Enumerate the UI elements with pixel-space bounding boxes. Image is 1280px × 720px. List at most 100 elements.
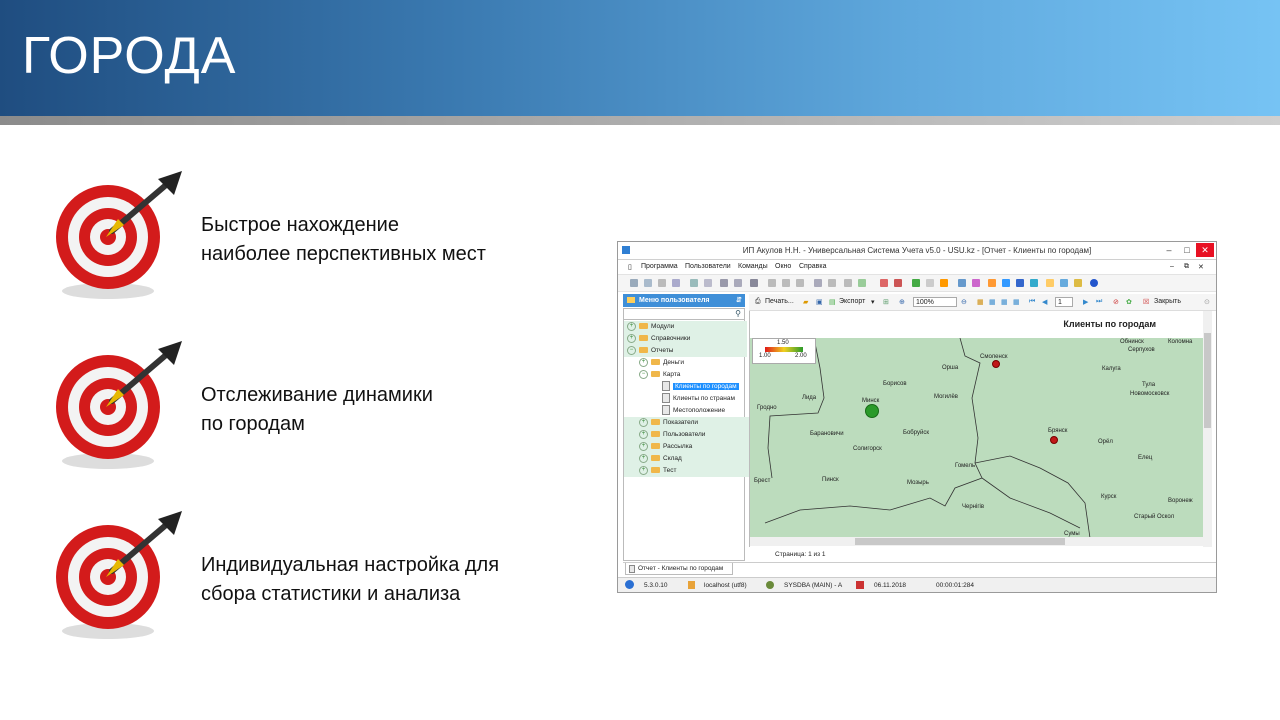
toolbar-button-icon[interactable] xyxy=(940,279,948,287)
toolbar-button-icon[interactable] xyxy=(814,279,822,287)
toolbar-button-icon[interactable] xyxy=(972,279,980,287)
print-icon[interactable]: ⎙ xyxy=(755,298,761,306)
tree-item-warehouse[interactable]: + Склад xyxy=(624,453,759,465)
zoom-page-icon[interactable]: ⊞ xyxy=(883,298,889,306)
horizontal-scrollbar[interactable] xyxy=(750,537,1203,546)
toolbar-button-icon[interactable] xyxy=(768,279,776,287)
toolbar-button-icon[interactable] xyxy=(1074,279,1082,287)
first-page-icon[interactable]: ⏮ xyxy=(1029,298,1035,306)
slide-title: ГОРОДА xyxy=(22,27,237,85)
sidebar-search-input[interactable]: ⚲ xyxy=(623,308,745,320)
tree-item-mailing[interactable]: + Рассылка xyxy=(624,441,759,453)
toolbar-button-icon[interactable]: ▦ xyxy=(1013,298,1020,306)
tree-item-directories[interactable]: + Справочники xyxy=(624,333,747,345)
prev-page-icon[interactable]: ◀ xyxy=(1042,298,1047,306)
toolbar-button-icon[interactable] xyxy=(750,279,758,287)
page-number-input[interactable]: 1 xyxy=(1055,297,1073,307)
menu-item-window[interactable]: Окно xyxy=(775,263,791,270)
toolbar-button-icon[interactable] xyxy=(796,279,804,287)
vertical-scrollbar[interactable] xyxy=(1203,311,1212,547)
city-label: Елец xyxy=(1138,455,1153,461)
export-dropdown-icon[interactable]: ▾ xyxy=(871,298,875,306)
city-label: Брянск xyxy=(1048,428,1068,434)
pin-icon[interactable]: ⇵ xyxy=(736,296,742,304)
tree-item-test[interactable]: + Тест xyxy=(624,465,759,477)
scroll-thumb[interactable] xyxy=(1204,333,1211,428)
toolbar-button-icon[interactable] xyxy=(844,279,852,287)
toolbar-button-icon[interactable] xyxy=(858,279,866,287)
tree-item-map[interactable]: − Карта xyxy=(624,369,759,381)
toolbar-button-icon[interactable] xyxy=(926,279,934,287)
menu-item-users[interactable]: Пользователи xyxy=(685,263,731,270)
tree-item-reports[interactable]: − Отчеты xyxy=(624,345,747,357)
close-icon[interactable]: ✕ xyxy=(1196,243,1214,257)
last-page-icon[interactable]: ⏭ xyxy=(1096,298,1102,306)
toolbar-button-icon[interactable] xyxy=(1046,279,1054,287)
close-report-button[interactable]: Закрыть xyxy=(1154,298,1181,305)
next-page-icon[interactable]: ▶ xyxy=(1083,298,1088,306)
toolbar-button-icon[interactable] xyxy=(1060,279,1068,287)
toolbar-button-icon[interactable] xyxy=(734,279,742,287)
open-icon[interactable]: ▰ xyxy=(803,298,808,306)
toolbar-button-icon[interactable] xyxy=(672,279,680,287)
info-icon[interactable] xyxy=(1090,279,1098,287)
city-label: Обнинск xyxy=(1120,339,1144,345)
refresh-icon[interactable]: ✿ xyxy=(1126,298,1132,306)
stop-icon[interactable]: ⊘ xyxy=(1113,298,1119,306)
toolbar-button-icon[interactable] xyxy=(658,279,666,287)
scroll-thumb[interactable] xyxy=(855,538,1065,545)
child-restore-icon[interactable]: ⧉ xyxy=(1184,263,1189,271)
city-label: Старый Оскол xyxy=(1134,514,1175,520)
map[interactable]: 1.50 1.00 2.00 Минск Смоленск Брянск Обн… xyxy=(750,338,1203,538)
toolbar-button-icon[interactable] xyxy=(1016,279,1024,287)
toolbar-button-icon[interactable] xyxy=(704,279,712,287)
city-marker[interactable] xyxy=(1050,436,1058,444)
close-report-icon[interactable]: ☒ xyxy=(1143,298,1149,306)
toolbar-button-icon[interactable]: ▦ xyxy=(977,298,984,306)
toolbar-button-icon[interactable] xyxy=(1030,279,1038,287)
city-label: Бобруйск xyxy=(903,430,929,436)
toolbar-button-icon[interactable]: ▦ xyxy=(989,298,996,306)
toolbar-button-icon[interactable]: ▦ xyxy=(1001,298,1008,306)
menu-item-commands[interactable]: Команды xyxy=(738,263,768,270)
child-minimize-icon[interactable]: – xyxy=(1170,263,1174,270)
city-label: Барановичи xyxy=(810,431,844,437)
toolbar-button-icon[interactable] xyxy=(894,279,902,287)
toolbar-button-icon[interactable] xyxy=(630,279,638,287)
zoom-in-icon[interactable]: ⊕ xyxy=(899,298,905,306)
legend-gradient xyxy=(765,347,803,352)
status-bar: 5.3.0.10 localhost (utf8) SYSDBA (MAIN) … xyxy=(618,577,1216,592)
toolbar-button-icon[interactable] xyxy=(958,279,966,287)
city-marker[interactable] xyxy=(992,360,1000,368)
menu-item-program[interactable]: Программа xyxy=(641,263,678,270)
tree-item-indicators[interactable]: + Показатели xyxy=(624,417,759,429)
print-button[interactable]: Печать... xyxy=(765,298,794,305)
child-close-icon[interactable]: ✕ xyxy=(1198,263,1204,271)
maximize-icon[interactable]: □ xyxy=(1178,243,1196,257)
zoom-select[interactable]: 100% xyxy=(913,297,957,307)
toolbar-button-icon[interactable] xyxy=(828,279,836,287)
filter-icon[interactable] xyxy=(720,279,728,287)
toolbar-button-icon[interactable] xyxy=(880,279,888,287)
city-label: Гомель xyxy=(955,463,976,469)
city-marker-large[interactable] xyxy=(865,404,879,418)
save-icon[interactable]: ▣ xyxy=(816,298,823,306)
tree-item-money[interactable]: + Деньги xyxy=(624,357,759,369)
toolbar-button-icon[interactable] xyxy=(912,279,920,287)
toolbar-button-icon[interactable] xyxy=(690,279,698,287)
legend-mid: 1.50 xyxy=(777,340,789,346)
toolbar-button-icon[interactable] xyxy=(988,279,996,287)
tree-item-users[interactable]: + Пользователи xyxy=(624,429,759,441)
toolbar-button-icon[interactable] xyxy=(782,279,790,287)
toolbar-options-icon[interactable]: ⊙ xyxy=(1204,298,1210,306)
zoom-out-icon[interactable]: ⊖ xyxy=(961,298,967,306)
tab-report-clients-by-city[interactable]: Отчет - Клиенты по городам xyxy=(625,563,733,575)
tree-item-modules[interactable]: + Модули xyxy=(624,321,747,333)
search-icon[interactable]: ⚲ xyxy=(735,309,741,318)
toolbar-button-icon[interactable] xyxy=(644,279,652,287)
menu-item-help[interactable]: Справка xyxy=(799,263,826,270)
export-button[interactable]: Экспорт xyxy=(839,298,865,305)
minimize-icon[interactable]: – xyxy=(1160,243,1178,257)
toolbar-button-icon[interactable] xyxy=(1002,279,1010,287)
export-icon[interactable]: ▤ xyxy=(829,298,836,306)
